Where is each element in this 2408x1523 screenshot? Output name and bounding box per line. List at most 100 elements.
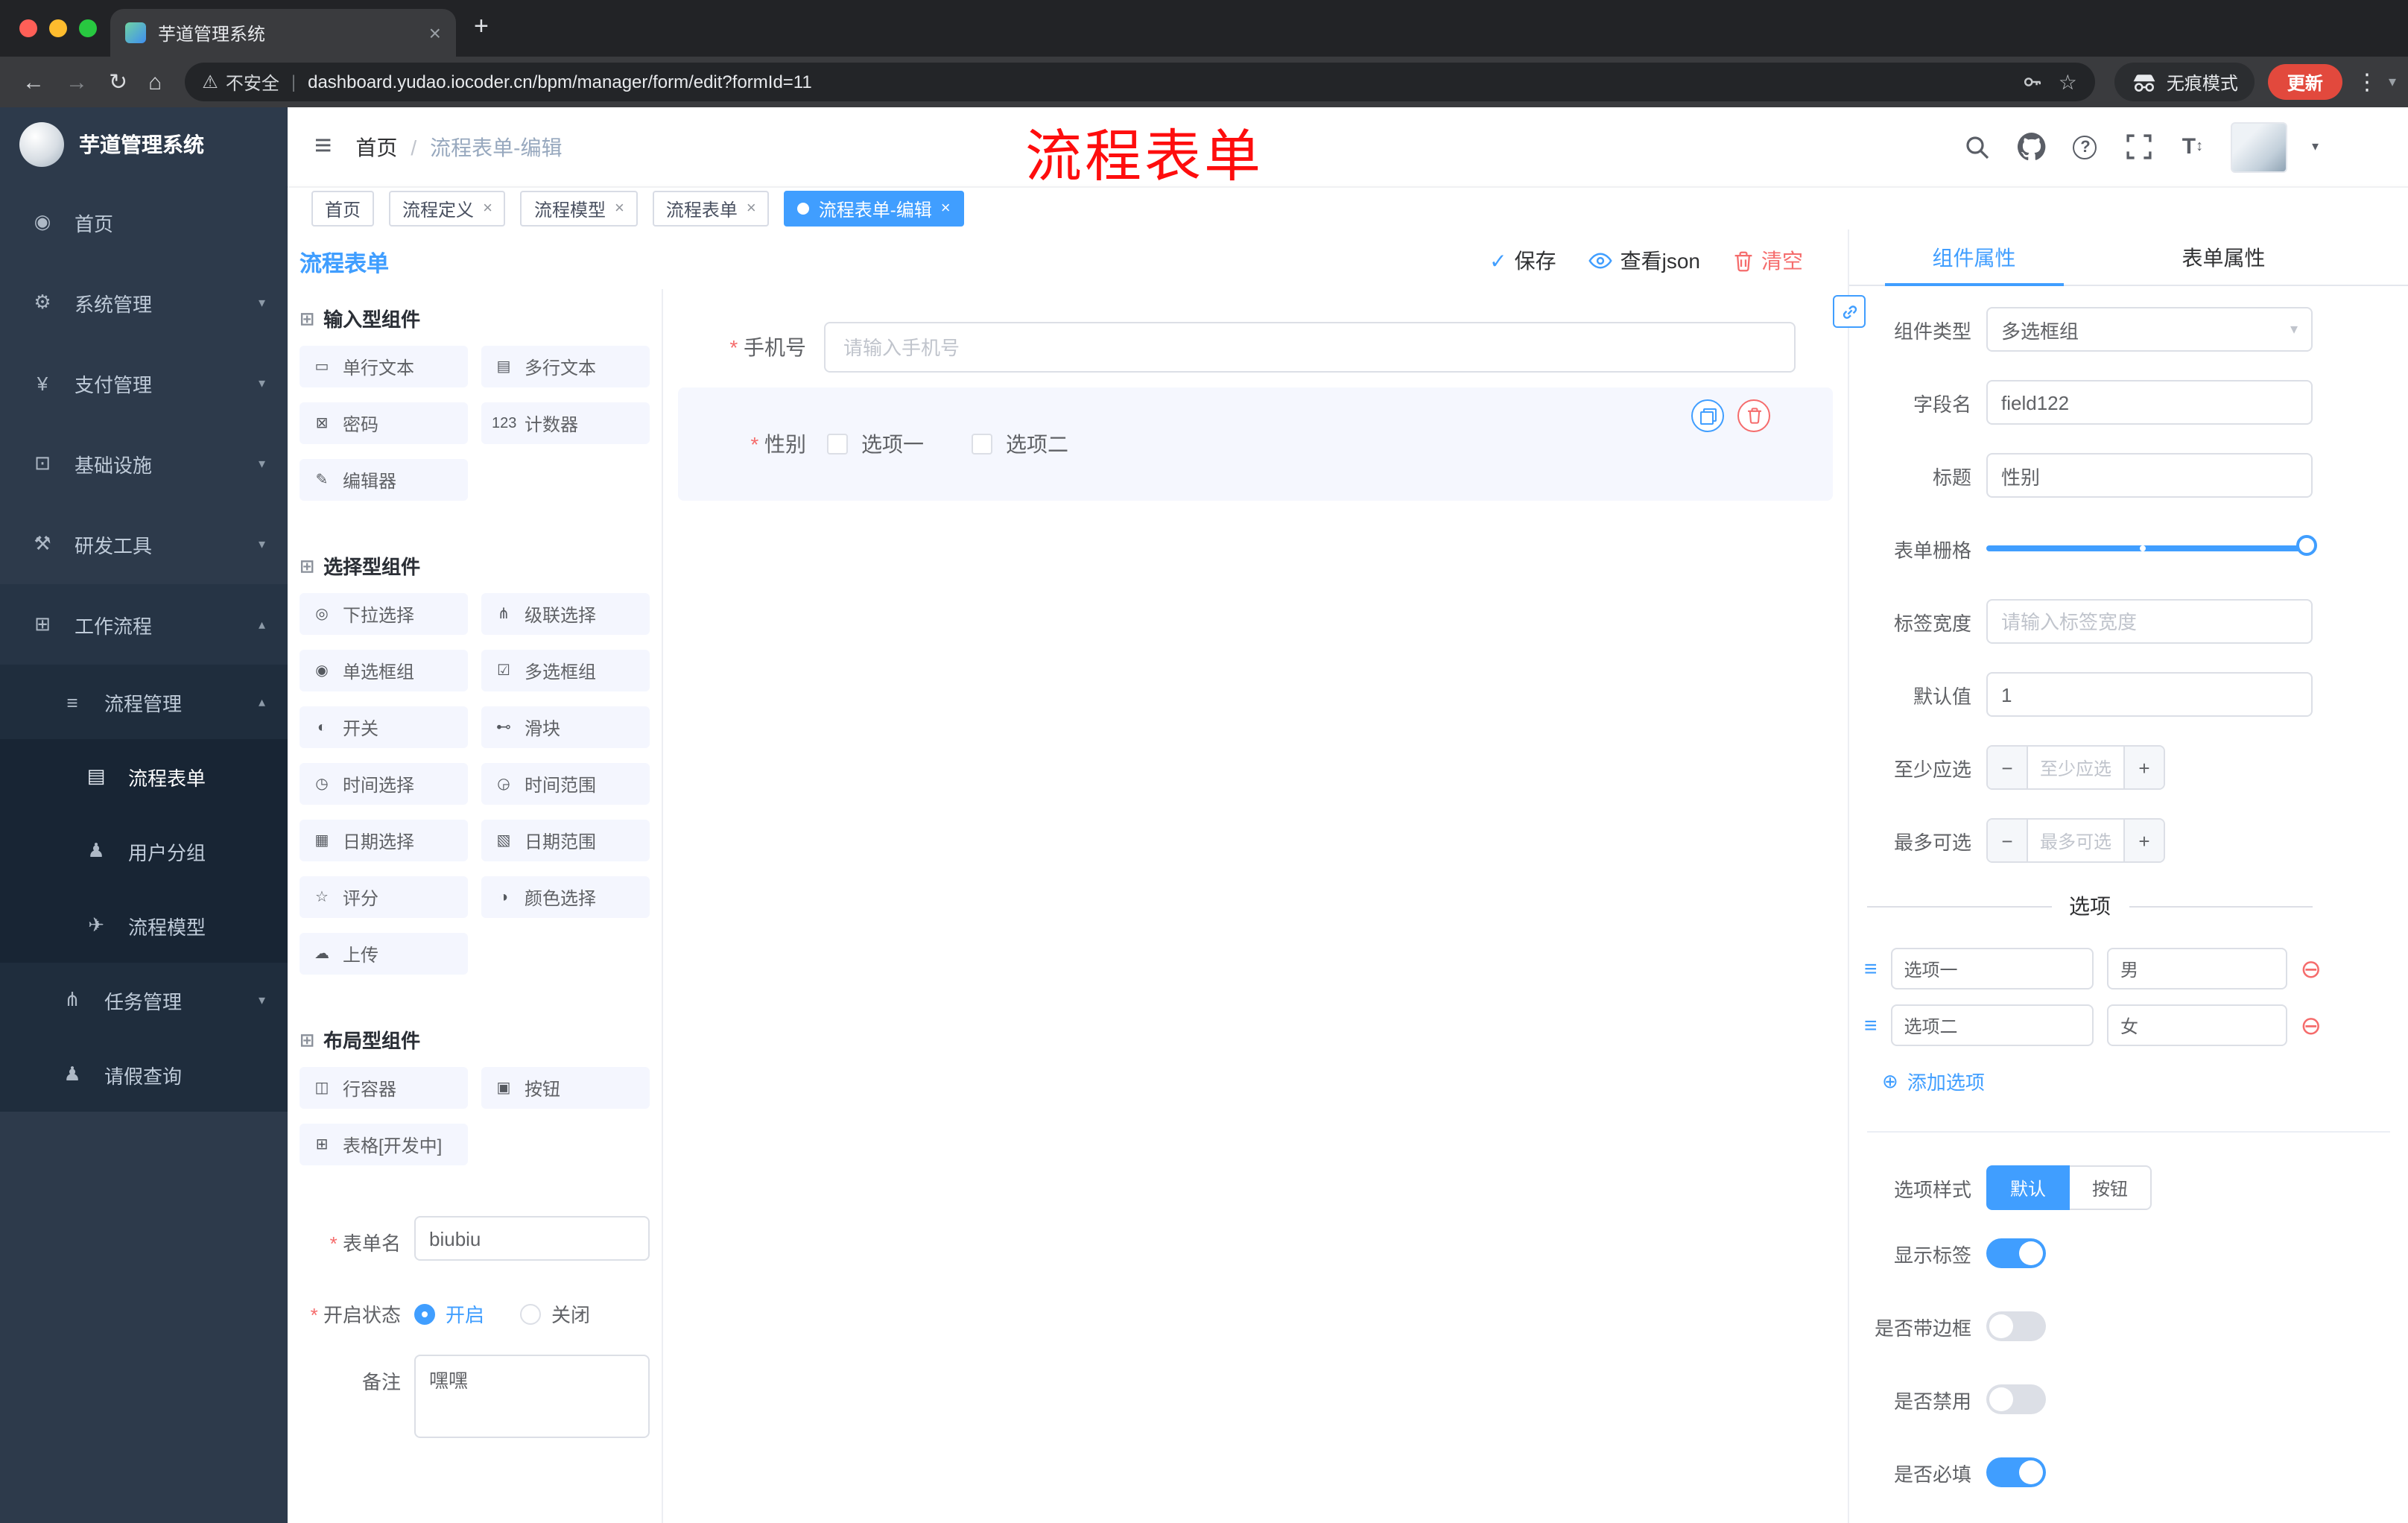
remove-option-icon[interactable]: ⊖ <box>2301 1013 2322 1038</box>
tag-close-icon[interactable]: × <box>483 200 492 218</box>
sidebar-item-process-mgmt[interactable]: ≡ 流程管理 ▴ <box>0 665 288 739</box>
browser-update-button[interactable]: 更新 <box>2267 64 2342 100</box>
gender-option-1[interactable]: 选项一 <box>827 429 924 459</box>
status-radio-off[interactable]: 关闭 <box>520 1299 590 1328</box>
view-json-button[interactable]: 查看json <box>1588 246 1700 276</box>
palette-item-radio-group[interactable]: ◉ 单选框组 <box>300 650 468 691</box>
option-2-value-input[interactable] <box>2106 1004 2287 1046</box>
sidebar-item-process-model[interactable]: ✈ 流程模型 <box>0 888 288 963</box>
palette-item-rate[interactable]: ☆ 评分 <box>300 876 468 918</box>
palette-item-checkbox-group[interactable]: ☑ 多选框组 <box>481 650 650 691</box>
forward-icon[interactable]: → <box>66 69 88 95</box>
link-badge[interactable] <box>1833 295 1866 328</box>
palette-item-counter[interactable]: 123 计数器 <box>481 402 650 444</box>
avatar-chevron-icon[interactable]: ▾ <box>2312 139 2319 155</box>
minus-button[interactable]: − <box>1988 747 2028 788</box>
reload-icon[interactable]: ↻ <box>109 69 127 95</box>
option-2-label-input[interactable] <box>1890 1004 2094 1046</box>
remove-option-icon[interactable]: ⊖ <box>2301 956 2322 981</box>
sidebar-item-process-form[interactable]: ▤ 流程表单 <box>0 739 288 814</box>
window-close-button[interactable] <box>19 19 37 37</box>
help-icon[interactable]: ? <box>2070 132 2100 162</box>
home-icon[interactable]: ⌂ <box>148 69 162 95</box>
delete-field-button[interactable] <box>1737 399 1770 432</box>
sidebar-item-devtools[interactable]: ⚒ 研发工具 ▾ <box>0 504 288 584</box>
text-size-icon[interactable]: T ↕ <box>2178 132 2208 162</box>
slider-thumb[interactable] <box>2296 535 2317 556</box>
tag-process-definition[interactable]: 流程定义 × <box>389 191 506 227</box>
hamburger-icon[interactable]: ≡ <box>314 130 332 164</box>
window-zoom-button[interactable] <box>79 19 97 37</box>
tag-process-form[interactable]: 流程表单 × <box>652 191 770 227</box>
plus-button[interactable]: + <box>2123 747 2164 788</box>
back-icon[interactable]: ← <box>22 69 45 95</box>
style-button-button[interactable]: 按钮 <box>2070 1165 2152 1210</box>
palette-item-password[interactable]: ⊠ 密码 <box>300 402 468 444</box>
title-input[interactable] <box>1986 453 2313 498</box>
option-1-value-input[interactable] <box>2106 948 2287 990</box>
palette-item-row-container[interactable]: ◫ 行容器 <box>300 1067 468 1109</box>
max-select-value[interactable]: 最多可选 <box>2028 820 2123 861</box>
new-tab-button[interactable]: + <box>474 12 489 42</box>
status-radio-on[interactable]: 开启 <box>414 1299 484 1328</box>
password-key-icon[interactable] <box>2023 72 2044 92</box>
tab-component-props[interactable]: 组件属性 <box>1849 229 2099 286</box>
show-label-toggle[interactable] <box>1986 1238 2046 1268</box>
style-default-button[interactable]: 默认 <box>1986 1165 2070 1210</box>
sidebar-item-leave-query[interactable]: ♟ 请假查询 <box>0 1037 288 1112</box>
breadcrumb-home[interactable]: 首页 <box>355 132 397 162</box>
label-width-input[interactable] <box>1986 599 2313 644</box>
palette-item-editor[interactable]: ✎ 编辑器 <box>300 459 468 501</box>
option-drag-icon[interactable]: ≡ <box>1864 1013 1878 1038</box>
component-type-select[interactable]: 多选框组 ▾ <box>1986 307 2313 352</box>
grid-slider[interactable] <box>1986 526 2317 571</box>
palette-item-time-picker[interactable]: ◷ 时间选择 <box>300 763 468 805</box>
sidebar-item-user-group[interactable]: ♟ 用户分组 <box>0 814 288 888</box>
checkbox-icon[interactable] <box>827 434 848 455</box>
palette-item-single-text[interactable]: ▭ 单行文本 <box>300 346 468 387</box>
palette-item-button[interactable]: ▣ 按钮 <box>481 1067 650 1109</box>
plus-button[interactable]: + <box>2123 820 2164 861</box>
palette-item-cascader[interactable]: ⋔ 级联选择 <box>481 593 650 635</box>
tag-home[interactable]: 首页 <box>311 191 375 227</box>
sidebar-item-workflow[interactable]: ⊞ 工作流程 ▴ <box>0 584 288 665</box>
toolbar-caret-icon[interactable]: ▾ <box>2389 74 2396 90</box>
form-canvas[interactable]: 手机号 性别 选项一 选项二 <box>663 289 1848 1523</box>
checkbox-icon[interactable] <box>972 434 992 455</box>
copy-field-button[interactable] <box>1691 399 1724 432</box>
tag-close-icon[interactable]: × <box>615 200 624 218</box>
palette-item-upload[interactable]: ☁ 上传 <box>300 933 468 975</box>
user-avatar[interactable] <box>2231 121 2288 172</box>
save-button[interactable]: ✓ 保存 <box>1489 246 1556 276</box>
browser-menu-icon[interactable]: ⋮ <box>2356 69 2378 95</box>
address-bar[interactable]: ⚠ 不安全 | dashboard.yudao.iocoder.cn/bpm/m… <box>184 63 2095 101</box>
palette-item-date-range[interactable]: ▧ 日期范围 <box>481 820 650 861</box>
palette-item-switch[interactable]: ◐ 开关 <box>300 706 468 748</box>
palette-item-table[interactable]: ⊞ 表格[开发中] <box>300 1124 468 1165</box>
palette-item-time-range[interactable]: ◶ 时间范围 <box>481 763 650 805</box>
canvas-field-phone[interactable]: 手机号 <box>663 322 1848 373</box>
form-name-input[interactable] <box>414 1216 650 1261</box>
tag-process-form-edit[interactable]: 流程表单-编辑 × <box>784 191 964 227</box>
sidebar-item-home[interactable]: ◉ 首页 <box>0 182 288 262</box>
bookmark-star-icon[interactable]: ☆ <box>2059 69 2077 95</box>
github-icon[interactable] <box>2017 132 2047 162</box>
gender-option-2[interactable]: 选项二 <box>972 429 1068 459</box>
browser-tab[interactable]: 芋道管理系统 × <box>110 9 456 57</box>
tag-close-icon[interactable]: × <box>747 200 756 218</box>
field-name-input[interactable] <box>1986 380 2313 425</box>
remark-textarea[interactable]: 嘿嘿 <box>414 1355 650 1438</box>
minus-button[interactable]: − <box>1988 820 2028 861</box>
border-toggle[interactable] <box>1986 1311 2046 1341</box>
option-drag-icon[interactable]: ≡ <box>1864 956 1878 981</box>
disabled-toggle[interactable] <box>1986 1384 2046 1414</box>
window-minimize-button[interactable] <box>49 19 67 37</box>
tag-process-model[interactable]: 流程模型 × <box>520 191 638 227</box>
palette-item-slider[interactable]: ⊷ 滑块 <box>481 706 650 748</box>
sidebar-item-payment[interactable]: ¥ 支付管理 ▾ <box>0 343 288 423</box>
palette-item-select[interactable]: ◎ 下拉选择 <box>300 593 468 635</box>
sidebar-item-infra[interactable]: ⊡ 基础设施 ▾ <box>0 423 288 504</box>
add-option-button[interactable]: ⊕ 添加选项 <box>1882 1067 1985 1095</box>
canvas-field-gender-selected[interactable]: 性别 选项一 选项二 <box>678 387 1833 501</box>
default-value-input[interactable] <box>1986 672 2313 717</box>
